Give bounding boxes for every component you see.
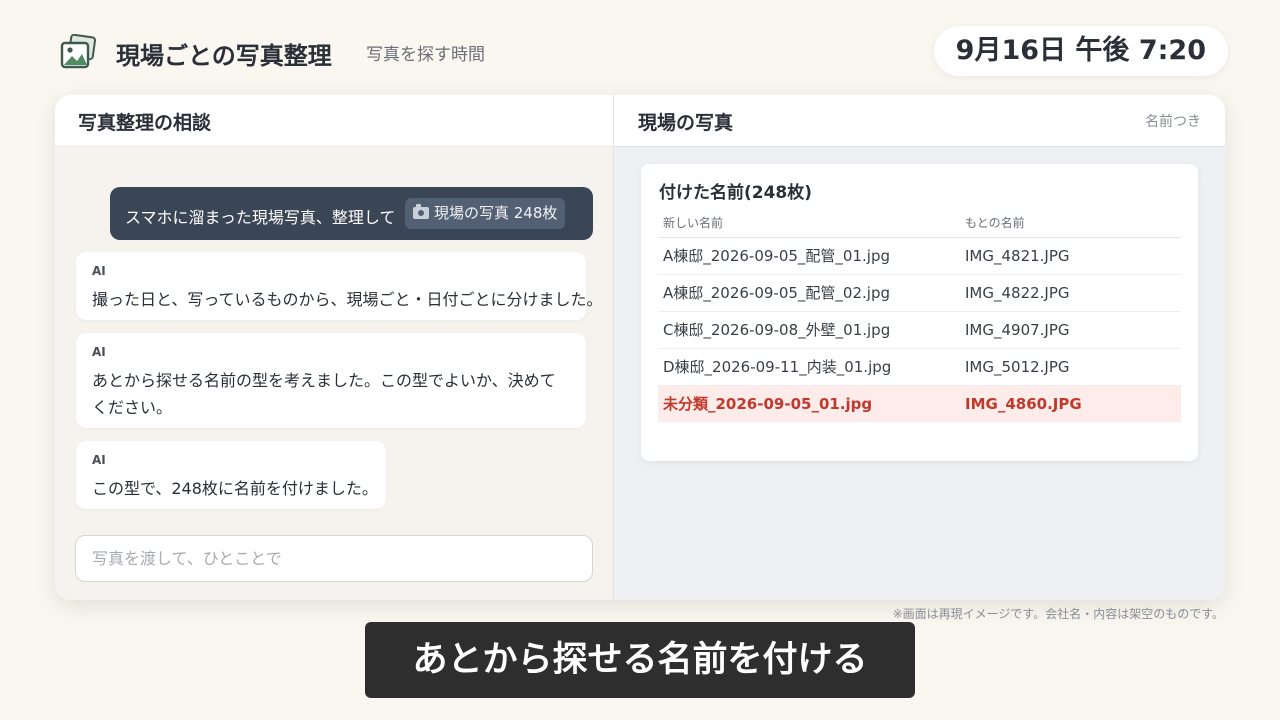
chat-panel: 写真整理の相談 スマホに溜まった現場写真、整理して 現場の写真 248枚 AI … xyxy=(55,95,613,600)
old-filename: IMG_5012.JPG xyxy=(960,348,1181,386)
new-filename: C棟邸_2026-09-08_外壁_01.jpg xyxy=(658,311,960,349)
ai-message: AI あとから探せる名前の型を考えました。この型でよいか、決めてください。 xyxy=(76,333,586,428)
ai-sender-label: AI xyxy=(92,453,106,467)
new-filename: A棟邸_2026-09-05_配管_01.jpg xyxy=(658,237,960,275)
chat-panel-header: 写真整理の相談 xyxy=(55,95,613,147)
app-subtitle: 写真を探す時間 xyxy=(366,45,485,65)
main-card: 写真整理の相談 スマホに溜まった現場写真、整理して 現場の写真 248枚 AI … xyxy=(55,95,1225,600)
old-filename: IMG_4860.JPG xyxy=(960,385,1181,422)
clock-display: 9月16日 午後 7:20 xyxy=(933,26,1228,76)
app-header: 現場ごとの写真整理 写真を探す時間 9月16日 午後 7:20 xyxy=(60,26,1228,78)
photo-panel-header: 現場の写真 名前つき xyxy=(614,95,1225,147)
ai-sender-label: AI xyxy=(92,345,106,359)
table-row[interactable]: C棟邸_2026-09-08_外壁_01.jpg IMG_4907.JPG xyxy=(658,311,1181,349)
app-title: 現場ごとの写真整理 xyxy=(116,42,332,70)
photo-stack-icon xyxy=(60,34,97,69)
camera-icon xyxy=(413,204,429,219)
table-row-highlighted[interactable]: 未分類_2026-09-05_01.jpg IMG_4860.JPG xyxy=(658,385,1181,422)
ai-message-text: 撮った日と、写っているものから、現場ごと・日付ごとに分けました。 xyxy=(92,290,603,309)
rename-results-card: 付けた名前(248枚) 新しい名前 もとの名前 A棟邸_2026-09-05_配… xyxy=(641,164,1198,461)
ai-sender-label: AI xyxy=(92,264,106,278)
photo-panel: 現場の写真 名前つき 付けた名前(248枚) 新しい名前 もとの名前 A棟邸_2… xyxy=(614,95,1225,600)
chat-input[interactable] xyxy=(75,535,593,582)
table-row[interactable]: A棟邸_2026-09-05_配管_01.jpg IMG_4821.JPG xyxy=(658,237,1181,275)
table-row[interactable]: A棟邸_2026-09-05_配管_02.jpg IMG_4822.JPG xyxy=(658,274,1181,312)
photo-attachment-chip[interactable]: 現場の写真 248枚 xyxy=(405,198,566,229)
ai-message: AI この型で、248枚に名前を付けました。 xyxy=(76,441,386,509)
table-header-row: 新しい名前 もとの名前 xyxy=(658,208,1181,238)
disclaimer: ※画面は再現イメージです。会社名・内容は架空のものです。 xyxy=(892,607,1224,621)
column-header-old-name: もとの名前 xyxy=(960,208,1181,238)
rename-card-title: 付けた名前(248枚) xyxy=(659,183,813,203)
old-filename: IMG_4822.JPG xyxy=(960,274,1181,312)
table-row[interactable]: D棟邸_2026-09-11_内装_01.jpg IMG_5012.JPG xyxy=(658,348,1181,386)
rename-table: 新しい名前 もとの名前 A棟邸_2026-09-05_配管_01.jpg IMG… xyxy=(658,208,1181,422)
ai-message-text: この型で、248枚に名前を付けました。 xyxy=(92,479,378,498)
old-filename: IMG_4907.JPG xyxy=(960,311,1181,349)
column-header-new-name: 新しい名前 xyxy=(658,208,960,238)
photo-panel-title: 現場の写真 xyxy=(638,112,734,134)
new-filename: D棟邸_2026-09-11_内装_01.jpg xyxy=(658,348,960,386)
ai-message-text: あとから探せる名前の型を考えました。この型でよいか、決めてください。 xyxy=(92,371,556,417)
named-badge: 名前つき xyxy=(1145,114,1201,130)
attachment-label: 現場の写真 248枚 xyxy=(434,204,558,222)
user-message-text: スマホに溜まった現場写真、整理して xyxy=(125,208,396,227)
chat-panel-title: 写真整理の相談 xyxy=(78,112,212,134)
new-filename: A棟邸_2026-09-05_配管_02.jpg xyxy=(658,274,960,312)
user-message: スマホに溜まった現場写真、整理して 現場の写真 248枚 xyxy=(110,187,593,240)
caption-subtitle: あとから探せる名前を付ける xyxy=(365,622,915,698)
ai-message: AI 撮った日と、写っているものから、現場ごと・日付ごとに分けました。 xyxy=(76,252,603,320)
new-filename: 未分類_2026-09-05_01.jpg xyxy=(658,385,960,422)
old-filename: IMG_4821.JPG xyxy=(960,237,1181,275)
